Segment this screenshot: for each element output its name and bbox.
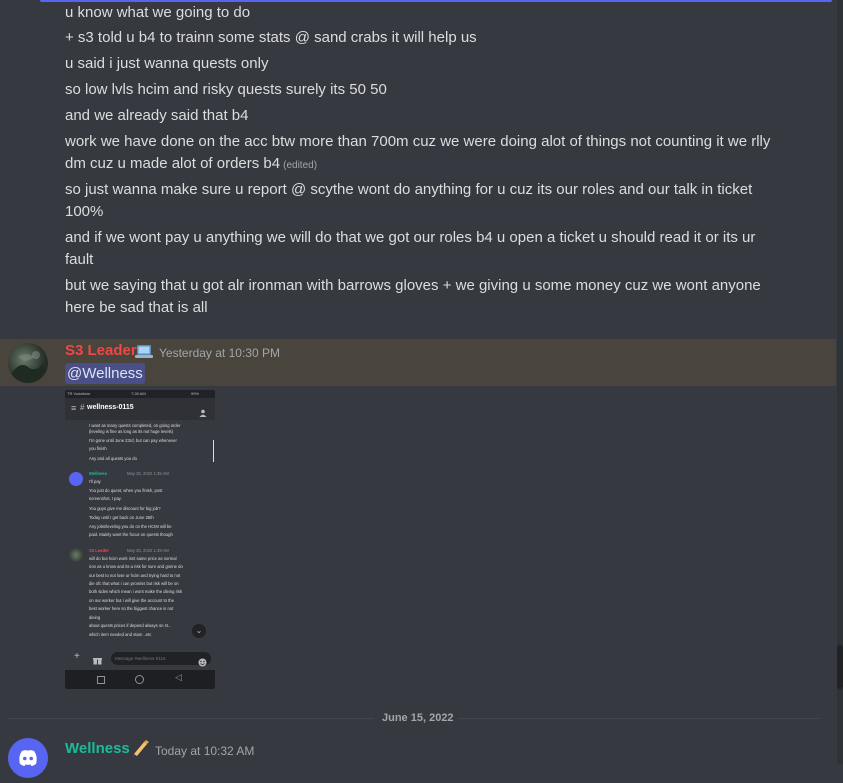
mini-message: Any and all quests you do (89, 456, 137, 461)
avatar[interactable] (8, 738, 48, 778)
message-timestamp: Today at 10:32 AM (155, 744, 255, 758)
message-line: so just wanna make sure u report @ scyth… (65, 181, 753, 198)
divider-line (8, 718, 374, 719)
chat-scrollbar-thumb[interactable] (837, 645, 843, 689)
plus-icon: + (74, 651, 80, 662)
divider-line (456, 718, 820, 719)
mini-message: dieing (89, 615, 101, 620)
gift-icon (93, 652, 102, 665)
phone-status-bar: TR Vodafone 7:28 AM 99% (65, 390, 215, 398)
message-line: but we saying that u got alr ironman wit… (65, 277, 761, 294)
mini-scrollbar (213, 440, 214, 462)
message-line: and we already said that b4 (65, 107, 249, 124)
channel-header: ≡ # wellness-0115 (65, 398, 215, 420)
mini-message: which item needed and stam ..etc (89, 632, 152, 637)
mini-message: You guys give me discount for big job? (89, 506, 161, 511)
phone-nav-bar: ◁ (65, 670, 215, 689)
mini-message: die ofc that what i can promiss but risk… (89, 581, 179, 586)
mini-message: our best to not lose ur hcim and trying … (89, 573, 181, 578)
mini-message: I'm gone until June 23rd, but can pay wh… (89, 438, 177, 443)
hash-icon: # (80, 403, 85, 412)
message-timestamp: Yesterday at 10:30 PM (159, 346, 280, 360)
mini-message: paid. Mainly want the focus on quests th… (89, 532, 173, 537)
message-line: 100% (65, 203, 104, 220)
mini-timestamp: May 25, 2022 1:35 AM (127, 471, 169, 476)
laptop-emoji-icon (134, 344, 154, 365)
mini-message: best worker here so the biggest chance i… (89, 606, 174, 611)
mini-message: you finish (89, 446, 107, 451)
recent-apps-icon (97, 676, 105, 684)
mini-username: S3 Leader (89, 548, 110, 553)
mini-message: both sides which mean i wont make the di… (89, 589, 183, 594)
back-icon: ◁ (175, 672, 182, 682)
edited-label: (edited) (283, 160, 318, 171)
mini-message: I'll pay (89, 479, 101, 484)
discord-logo-icon (19, 750, 37, 766)
message-line: and if we wont pay u anything we will do… (65, 229, 756, 246)
mini-username: Wellness (89, 471, 108, 476)
mini-message: about quests prices if depend always on … (89, 623, 172, 628)
username[interactable]: S3 Leader (65, 342, 137, 359)
message-line: u know what we going to do (65, 4, 251, 21)
members-icon (199, 404, 207, 417)
mini-message: Today until I get back on June 25th (89, 515, 154, 520)
message-text: dm cuz u made alot of orders b4 (65, 155, 281, 172)
hamburger-icon: ≡ (71, 403, 77, 413)
status-time: 7:28 AM (131, 391, 146, 396)
carrier-text: TR Vodafone (67, 391, 91, 396)
message-line: dm cuz u made alot of orders b4 (edited) (65, 153, 317, 177)
mini-message: iron as u know and its a risk for sure a… (89, 564, 183, 569)
emoji-icon (198, 654, 207, 667)
mini-input-placeholder: Message #wellness-0115 (115, 656, 166, 661)
mini-avatar (69, 548, 83, 562)
mini-message: will do but hcim work isnt same price as… (89, 556, 177, 561)
message-line: u said i just wanna quests only (65, 55, 269, 72)
mini-message: on our worker but i will give the accoun… (89, 598, 174, 603)
mini-timestamp: May 25, 2022 1:39 AM (127, 548, 169, 553)
avatar[interactable] (8, 343, 48, 383)
username[interactable]: Wellness (65, 740, 130, 757)
channel-name: wellness-0115 (87, 404, 134, 411)
mini-message: Any jobs/leveling you do on the HCIM wil… (89, 524, 172, 529)
message-line: + s3 told u b4 to trainn some stats @ sa… (65, 29, 477, 46)
message-line: fault (65, 251, 94, 268)
mini-message: (leveling is fine as long as its not hug… (89, 429, 174, 434)
avatar-image-icon (12, 351, 44, 383)
mini-message: screenshot, I pay. (89, 496, 122, 501)
chevron-down-icon: ⌄ (192, 624, 206, 638)
writing-hand-icon (131, 739, 151, 761)
message-line: here be sad that is all (65, 299, 208, 316)
home-icon (135, 675, 144, 684)
mini-message: You just do quest, when you finish, post (89, 488, 163, 493)
mini-avatar (69, 472, 83, 486)
message-line: work we have done on the acc btw more th… (65, 133, 771, 150)
image-attachment[interactable]: TR Vodafone 7:28 AM 99% ≡ # wellness-011… (65, 390, 215, 689)
mini-message-input: Message #wellness-0115 (111, 652, 211, 667)
message-line: so low lvls hcim and risky quests surely… (65, 81, 387, 98)
user-mention[interactable]: @Wellness (65, 363, 145, 384)
date-divider: June 15, 2022 (378, 712, 458, 724)
battery-text: 99% (191, 391, 200, 396)
